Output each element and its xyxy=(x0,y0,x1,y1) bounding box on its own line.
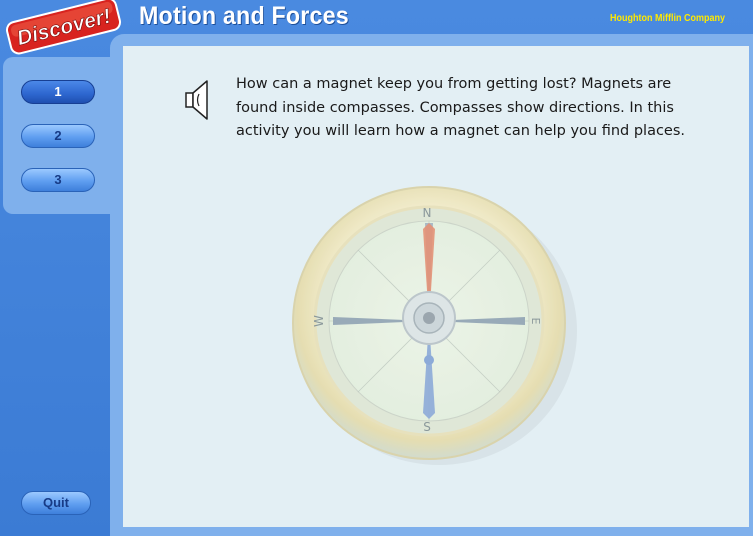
compass-south-label: S xyxy=(423,420,431,434)
speaker-icon[interactable] xyxy=(183,78,213,122)
section-button-2[interactable]: 2 xyxy=(21,124,95,148)
app-window: Discover! Motion and Forces Houghton Mif… xyxy=(0,0,753,536)
quit-button[interactable]: Quit xyxy=(21,491,91,515)
section-button-3[interactable]: 3 xyxy=(21,168,95,192)
compass-west-label: W xyxy=(312,315,326,327)
discover-logo: Discover! xyxy=(6,0,122,55)
compass-north-label: N xyxy=(423,206,432,220)
intro-text: How can a magnet keep you from getting l… xyxy=(236,76,686,139)
publisher-name: Houghton Mifflin Company xyxy=(610,13,725,24)
page-title: Motion and Forces xyxy=(139,2,349,30)
section-button-1[interactable]: 1 xyxy=(21,80,95,104)
compass-east-label: E xyxy=(529,318,542,325)
compass-image: N S E W xyxy=(292,186,577,465)
header-bar: Discover! Motion and Forces Houghton Mif… xyxy=(0,0,753,55)
